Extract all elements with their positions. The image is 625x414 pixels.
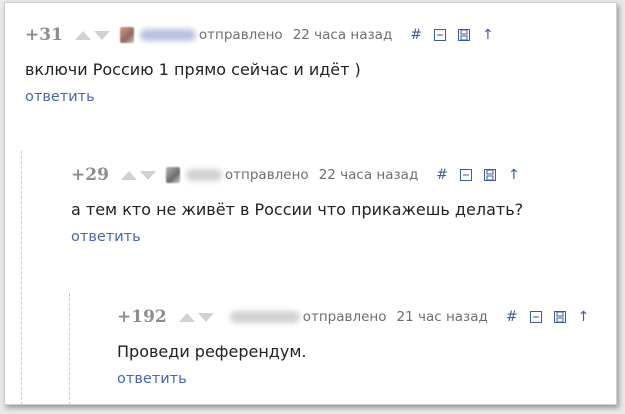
comment-time[interactable]: 21 час назад: [397, 309, 488, 325]
reply-link[interactable]: ответить: [25, 89, 506, 105]
comment-header: +31 отправлено 22 часа назад # ↑: [25, 22, 506, 48]
reply-link[interactable]: ответить: [71, 229, 532, 245]
comment-score: +31: [25, 25, 63, 45]
username-blurred[interactable]: [139, 29, 196, 41]
sent-label: отправлено: [302, 309, 387, 325]
sent-label: отправлено: [198, 27, 283, 43]
downvote-icon[interactable]: [139, 170, 156, 180]
reply-link[interactable]: ответить: [117, 371, 601, 387]
comment: +29 отправлено 22 часа назад # ↑ а тем к…: [71, 162, 532, 245]
sent-label: отправлено: [224, 167, 309, 183]
parent-arrow-icon[interactable]: ↑: [578, 309, 590, 325]
upvote-icon[interactable]: [120, 170, 137, 180]
comment-text: Проведи референдум.: [117, 342, 307, 361]
upvote-icon[interactable]: [74, 30, 91, 40]
avatar[interactable]: [165, 167, 180, 183]
collapse-icon[interactable]: [460, 169, 473, 181]
username-blurred[interactable]: [229, 311, 300, 323]
parent-arrow-icon[interactable]: ↑: [508, 167, 520, 183]
downvote-icon[interactable]: [197, 312, 214, 322]
thread-indent-line: [69, 293, 70, 404]
comment-text: а тем кто не живёт в России что прикажеш…: [71, 200, 524, 219]
comment-score: +29: [71, 165, 109, 185]
anchor-link-icon[interactable]: #: [506, 309, 518, 325]
comment: +31 отправлено 22 часа назад # ↑ включи …: [25, 22, 506, 105]
comment: +192 отправлено 21 час назад # ↑ Проведи…: [117, 304, 601, 387]
save-icon[interactable]: [553, 311, 566, 323]
comment-time[interactable]: 22 часа назад: [319, 167, 419, 183]
comment-thread: +31 отправлено 22 часа назад # ↑ включи …: [4, 2, 617, 405]
comment-time[interactable]: 22 часа назад: [293, 27, 393, 43]
parent-arrow-icon[interactable]: ↑: [482, 27, 494, 43]
comment-header: +192 отправлено 21 час назад # ↑: [117, 304, 601, 330]
comment-text: включи Россию 1 прямо сейчас и идёт ): [25, 60, 361, 79]
anchor-link-icon[interactable]: #: [436, 167, 448, 183]
collapse-icon[interactable]: [529, 311, 542, 323]
anchor-link-icon[interactable]: #: [410, 27, 422, 43]
collapse-icon[interactable]: [434, 29, 447, 41]
username-blurred[interactable]: [185, 169, 222, 181]
save-icon[interactable]: [458, 29, 471, 41]
downvote-icon[interactable]: [93, 30, 110, 40]
comment-score: +192: [117, 307, 167, 327]
save-icon[interactable]: [484, 169, 497, 181]
comment-header: +29 отправлено 22 часа назад # ↑: [71, 162, 532, 188]
avatar[interactable]: [119, 27, 134, 43]
upvote-icon[interactable]: [178, 312, 195, 322]
thread-indent-line: [21, 151, 22, 404]
